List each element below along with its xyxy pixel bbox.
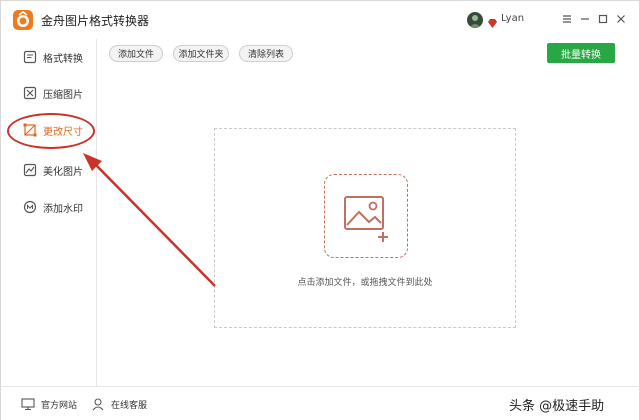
resize-icon: [23, 122, 37, 137]
file-dropzone[interactable]: 点击添加文件，或拖拽文件到此处: [214, 128, 516, 328]
title-bar: 金舟图片格式转换器 Lyan: [1, 1, 639, 39]
dropzone-hint: 点击添加文件，或拖拽文件到此处: [297, 278, 433, 288]
sidebar-item-label: 美化图片: [43, 167, 83, 178]
watermark-text: 头条 @极速手助: [509, 399, 605, 414]
sidebar-item-label: 更改尺寸: [43, 127, 83, 138]
sidebar-item-label: 格式转换: [43, 54, 83, 65]
add-image-icon[interactable]: [324, 174, 408, 258]
footer: 官方网站 在线客服 头条 @极速手助: [1, 386, 639, 420]
sidebar-item-label: 添加水印: [43, 204, 83, 215]
minimize-icon[interactable]: [577, 11, 593, 27]
toolbar: 添加文件 添加文件夹 清除列表 批量转换: [98, 39, 639, 67]
official-site-label: 官方网站: [41, 400, 78, 411]
app-window: 金舟图片格式转换器 Lyan 格式转换 压缩图片 更改尺寸 美化图片 添加水印 …: [0, 0, 640, 420]
user-name[interactable]: Lyan: [501, 13, 524, 24]
customer-service-icon: [91, 397, 105, 411]
monitor-icon: [21, 397, 35, 411]
batch-convert-button[interactable]: 批量转换: [547, 43, 615, 63]
maximize-icon[interactable]: [595, 11, 611, 27]
app-title: 金舟图片格式转换器: [41, 14, 150, 28]
clear-list-button[interactable]: 清除列表: [239, 45, 293, 62]
beautify-icon: [23, 162, 37, 177]
official-site-link[interactable]: 官方网站: [21, 397, 77, 411]
main-panel: 点击添加文件，或拖拽文件到此处: [98, 67, 639, 386]
add-folder-button[interactable]: 添加文件夹: [173, 45, 229, 62]
format-convert-icon: [23, 49, 37, 64]
close-icon[interactable]: [613, 11, 629, 27]
sidebar-item-label: 压缩图片: [43, 90, 83, 101]
vip-diamond-icon: [487, 14, 498, 33]
sidebar-item-resize[interactable]: 更改尺寸: [1, 114, 96, 146]
sidebar-item-compress[interactable]: 压缩图片: [1, 77, 96, 109]
watermark-icon: [23, 199, 37, 214]
sidebar-item-beautify[interactable]: 美化图片: [1, 154, 96, 186]
menu-icon[interactable]: [559, 11, 575, 27]
sidebar: 格式转换 压缩图片 更改尺寸 美化图片 添加水印: [1, 39, 97, 386]
sidebar-item-watermark[interactable]: 添加水印: [1, 191, 96, 223]
app-logo-icon: [13, 10, 33, 30]
compress-icon: [23, 85, 37, 100]
online-service-label: 在线客服: [111, 400, 148, 411]
add-file-button[interactable]: 添加文件: [109, 45, 163, 62]
online-service-link[interactable]: 在线客服: [91, 397, 147, 411]
sidebar-item-format-convert[interactable]: 格式转换: [1, 41, 96, 73]
user-avatar[interactable]: [467, 12, 483, 28]
